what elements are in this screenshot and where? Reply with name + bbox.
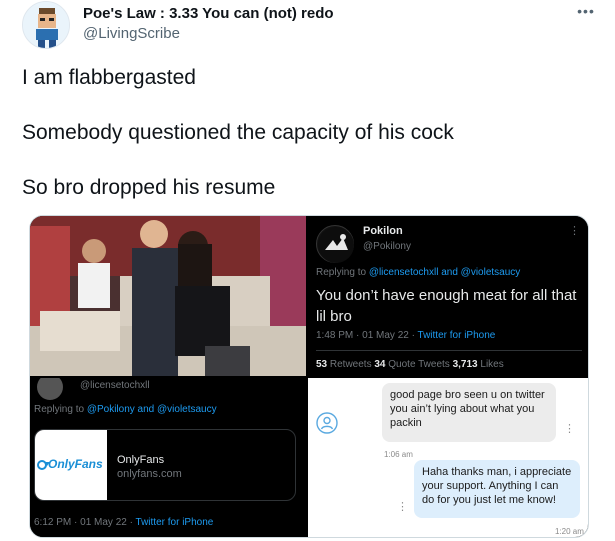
reply-author-avatar — [37, 378, 63, 400]
replying-to: Replying to @licensetochxll and @violets… — [316, 267, 521, 278]
reply-tweet-screenshot[interactable]: @licensetochxll Replying to @Pokilony an… — [30, 378, 306, 537]
reply-tweet-timestamp: 6:12 PM · 01 May 22 · Twitter for iPhone — [34, 517, 214, 528]
card-title: OnlyFans — [117, 454, 165, 466]
media-grid[interactable]: Pokilon @Pokilony ⋮ Replying to @license… — [29, 215, 589, 538]
quoted-tweet-timestamp: 1:48 PM · 01 May 22 · Twitter for iPhone — [316, 330, 496, 341]
reply-mentions: @licensetochxll and @violetsaucy — [368, 267, 521, 278]
quoted-tweet-text: You don’t have enough meat for all that … — [316, 287, 577, 325]
reply-author-handle: @licensetochxll — [80, 380, 150, 391]
message-options-icon: ⋮ — [564, 423, 575, 435]
tweet-text: I am flabbergasted Somebody questioned t… — [22, 64, 592, 229]
author-handle[interactable]: @LivingScribe — [83, 25, 180, 42]
event-photo[interactable] — [30, 216, 306, 376]
avatar[interactable] — [22, 1, 70, 49]
more-icon[interactable]: ••• — [576, 4, 596, 20]
tweet-header: Poe's Law : 3.33 You can (not) redo @Liv… — [22, 0, 602, 52]
incoming-time: 1:06 am — [384, 450, 413, 459]
author-display-name[interactable]: Poe's Law : 3.33 You can (not) redo — [83, 5, 334, 22]
tweet-line: I am flabbergasted — [22, 66, 196, 89]
quoted-author-handle: @Pokilony — [363, 241, 411, 252]
pokilon-avatar — [316, 225, 354, 263]
tweet-line: So bro dropped his resume — [22, 176, 276, 199]
link-card: OnlyFans OnlyFans onlyfans.com — [34, 429, 296, 501]
reply-mentions: @Pokilony and @violetsaucy — [86, 404, 217, 415]
person-icon — [316, 412, 338, 434]
quoted-author-name: Pokilon — [363, 225, 403, 237]
onlyfans-logo: OnlyFans — [35, 430, 107, 500]
more-icon: ⋮ — [569, 225, 580, 237]
outgoing-message: Haha thanks man, i appreciate your suppo… — [414, 460, 580, 518]
engagement-stats: 53 Retweets 34 Quote Tweets 3,713 Likes — [316, 359, 504, 370]
incoming-message: good page bro seen u on twitter you ain’… — [382, 383, 556, 442]
replying-to: Replying to @Pokilony and @violetsaucy — [34, 404, 217, 415]
tweet-line: Somebody questioned the capacity of his … — [22, 121, 454, 144]
card-domain: onlyfans.com — [117, 468, 182, 480]
outgoing-time: 1:20 am ✓ — [555, 527, 588, 536]
chat-screenshot[interactable]: good page bro seen u on twitter you ain’… — [308, 378, 588, 537]
divider — [316, 350, 582, 351]
quoted-tweet-screenshot[interactable]: Pokilon @Pokilony ⋮ Replying to @license… — [308, 216, 588, 376]
message-options-icon: ⋮ — [397, 501, 408, 513]
